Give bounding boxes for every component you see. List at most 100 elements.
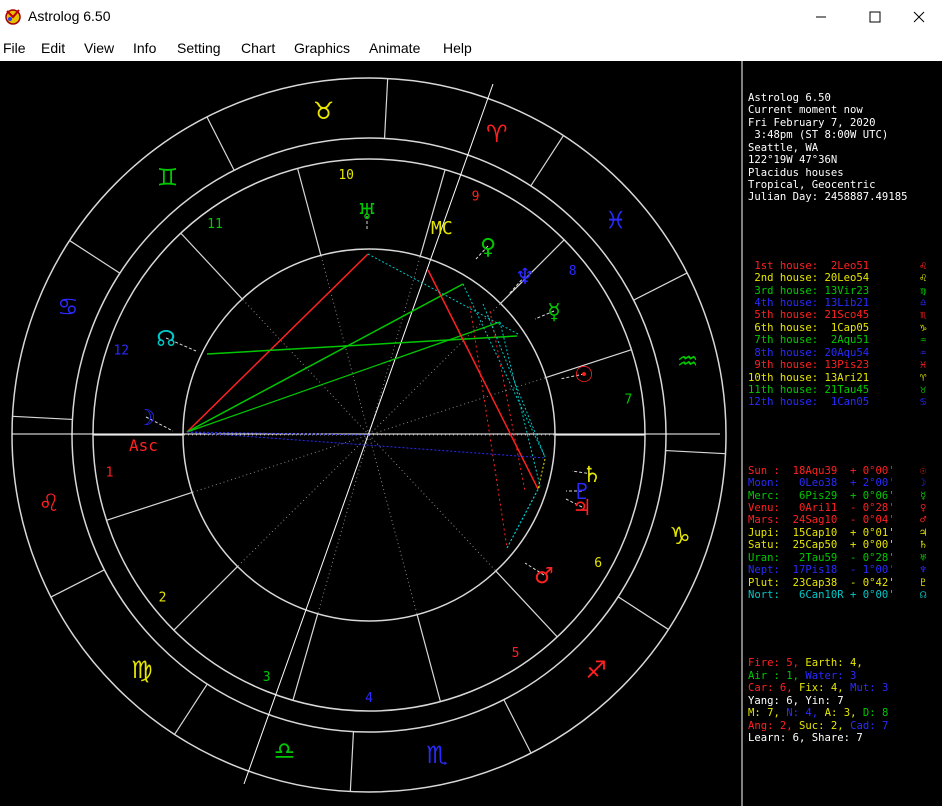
chart-header: Astrolog 6.50 Current moment now Fri Febru… bbox=[748, 92, 942, 204]
close-icon bbox=[913, 11, 925, 22]
planet-row: Uran: 2Tau59 - 0°28' ♅ bbox=[748, 552, 942, 564]
planet-row-glyph-icon: ☊ bbox=[920, 589, 927, 602]
planet-glyph-icon: ♅ bbox=[357, 200, 377, 225]
menu-animate[interactable]: Animate bbox=[369, 40, 420, 56]
mc-label: MC bbox=[431, 218, 453, 239]
house-number: 2 bbox=[159, 590, 167, 605]
planet-row-glyph-icon: ♄ bbox=[920, 539, 927, 552]
element-segment: M: 7, bbox=[748, 707, 787, 720]
house-row-text: 3rd house: 13Vir23 bbox=[748, 284, 870, 297]
house-cusp-inner bbox=[368, 434, 418, 615]
header-line: Seattle, WA bbox=[748, 141, 819, 154]
sign-divider bbox=[174, 683, 208, 735]
menu-setting[interactable]: Setting bbox=[177, 40, 221, 56]
house-row-glyph-icon: ♉ bbox=[920, 384, 927, 397]
menu-file[interactable]: File bbox=[3, 40, 26, 56]
aspect-line bbox=[367, 253, 519, 335]
planet-row-text: Uran: 2Tau59 - 0°28' bbox=[748, 551, 895, 564]
house-row-glyph-icon: ♌ bbox=[920, 272, 927, 285]
house-row: 11th house: 21Tau45 ♉ bbox=[748, 384, 942, 396]
sign-divider bbox=[206, 116, 235, 171]
house-row-glyph-icon: ♋ bbox=[920, 396, 927, 409]
aspect-line bbox=[499, 321, 541, 487]
aspect-line bbox=[186, 321, 501, 433]
element-segment: Ang: 2, bbox=[748, 719, 800, 732]
aspect-line bbox=[537, 458, 546, 490]
sign-glyph-icon: ♋ bbox=[57, 293, 79, 321]
element-row: Learn: 6, Share: 7 bbox=[748, 732, 942, 744]
menu-view[interactable]: View bbox=[84, 40, 114, 56]
house-number: 11 bbox=[207, 217, 223, 232]
house-row-glyph-icon: ♒ bbox=[920, 346, 927, 359]
element-row: Air : 1, Water: 3 bbox=[748, 670, 942, 682]
house-row-text: 2nd house: 20Leo54 bbox=[748, 272, 870, 285]
header-line: Current moment now bbox=[748, 104, 863, 117]
menu-help[interactable]: Help bbox=[443, 40, 472, 56]
sign-glyph-icon: ♌ bbox=[38, 489, 60, 517]
element-row: Ang: 2, Suc: 2, Cad: 7 bbox=[748, 720, 942, 732]
house-row: 1st house: 2Leo51 ♌ bbox=[748, 260, 942, 272]
sign-glyph-icon: ♒ bbox=[677, 347, 699, 375]
house-number: 9 bbox=[472, 190, 480, 205]
planet-row: Moon: 0Leo38 + 2°00' ☽ bbox=[748, 477, 942, 489]
planet-row: Nort: 6Can10R + 0°00' ☊ bbox=[748, 589, 942, 601]
sign-divider bbox=[665, 449, 726, 455]
planet-row: Venu: 0Ari11 - 0°28' ♀ bbox=[748, 502, 942, 514]
house-number: 3 bbox=[263, 670, 271, 685]
house-cusp-inner bbox=[191, 434, 370, 493]
element-segment: Earth: 4, bbox=[805, 657, 863, 670]
astrolog-app-icon[interactable] bbox=[4, 7, 22, 25]
element-segment: N: 4, bbox=[786, 707, 825, 720]
sign-glyph-icon: ♏ bbox=[426, 741, 448, 769]
house-row-glyph-icon: ♎ bbox=[920, 296, 927, 309]
element-segment: Learn: 6, Share: 7 bbox=[748, 731, 863, 744]
planet-row-glyph-icon: ♃ bbox=[920, 526, 927, 539]
close-button[interactable] bbox=[896, 0, 942, 33]
planet-row-text: Venu: 0Ari11 - 0°28' bbox=[748, 502, 895, 515]
house-cusp-inner bbox=[241, 298, 370, 436]
window-title: Astrolog 6.50 bbox=[28, 8, 111, 24]
sign-glyph-icon: ♎ bbox=[274, 737, 296, 765]
house-row: 8th house: 20Aqu54 ♒ bbox=[748, 347, 942, 359]
planet-glyph-icon: ☉ bbox=[574, 363, 594, 388]
element-segment: Car: 6, bbox=[748, 682, 800, 695]
sign-divider bbox=[617, 596, 669, 630]
menu-chart[interactable]: Chart bbox=[241, 40, 275, 56]
element-segment: Cad: 7 bbox=[850, 719, 889, 732]
menu-edit[interactable]: Edit bbox=[41, 40, 65, 56]
planet-position-list: Sun : 18Aqu39 + 0°00' ☉ Moon: 0Leo38 + 2°0… bbox=[748, 465, 942, 602]
planet-row-text: Satu: 25Cap50 + 0°00' bbox=[748, 539, 895, 552]
sign-glyph-icon: ♑ bbox=[669, 522, 691, 550]
menu-info[interactable]: Info bbox=[133, 40, 156, 56]
planet-row: Plut: 23Cap38 - 0°42' ♇ bbox=[748, 577, 942, 589]
minimize-button[interactable] bbox=[798, 0, 844, 33]
element-segment: Water: 3 bbox=[805, 669, 857, 682]
planet-row-text: Nort: 6Can10R + 0°00' bbox=[748, 589, 895, 602]
menu-graphics[interactable]: Graphics bbox=[294, 40, 350, 56]
aspect-line bbox=[427, 269, 539, 490]
element-segment: D: 8 bbox=[862, 707, 889, 720]
header-line: Astrolog 6.50 bbox=[748, 91, 831, 104]
house-row: 7th house: 2Aqu51 ♒ bbox=[748, 334, 942, 346]
planet-row-text: Merc: 6Pis29 + 0°06' bbox=[748, 489, 895, 502]
header-line: 122°19W 47°36N bbox=[748, 154, 838, 167]
maximize-button[interactable] bbox=[852, 0, 898, 33]
planet-glyphs: ☉☽☿♀♂♃♄♅♆♇☊ bbox=[136, 200, 602, 589]
sign-glyph-icon: ♐ bbox=[585, 656, 607, 684]
sign-glyph-icon: ♉ bbox=[313, 97, 335, 125]
planet-glyph-icon: ♀ bbox=[480, 235, 496, 260]
house-row-text: 7th house: 2Aqu51 bbox=[748, 334, 870, 347]
planet-row-glyph-icon: ♀ bbox=[920, 502, 927, 515]
maximize-icon bbox=[869, 11, 881, 22]
planet-row-glyph-icon: ☽ bbox=[920, 477, 927, 490]
aspect-line bbox=[469, 305, 508, 549]
house-row: 3rd house: 13Vir23 ♍ bbox=[748, 285, 942, 297]
planet-row-glyph-icon: ♅ bbox=[920, 551, 927, 564]
chart-canvas[interactable]: ♈ ♉ ♊ ♋ ♌ ♍ ♎ ♏ ♐ ♑ ♒ ♓ 1 2 3 4 5 6 7 8 9 10 11 12 ☉ ☽ ☿ ♀ ♂ ♃ ♄ ♅ ♆ ♇ ☊… bbox=[0, 61, 942, 806]
sign-divider bbox=[503, 699, 532, 754]
sign-glyph-icon: ♊ bbox=[157, 163, 179, 191]
house-row-text: 5th house: 21Sco45 bbox=[748, 309, 870, 322]
house-row-glyph-icon: ♈ bbox=[920, 371, 927, 384]
house-cusp-outer bbox=[180, 232, 243, 300]
planet-row: Jupi: 15Cap10 + 0°01' ♃ bbox=[748, 527, 942, 539]
